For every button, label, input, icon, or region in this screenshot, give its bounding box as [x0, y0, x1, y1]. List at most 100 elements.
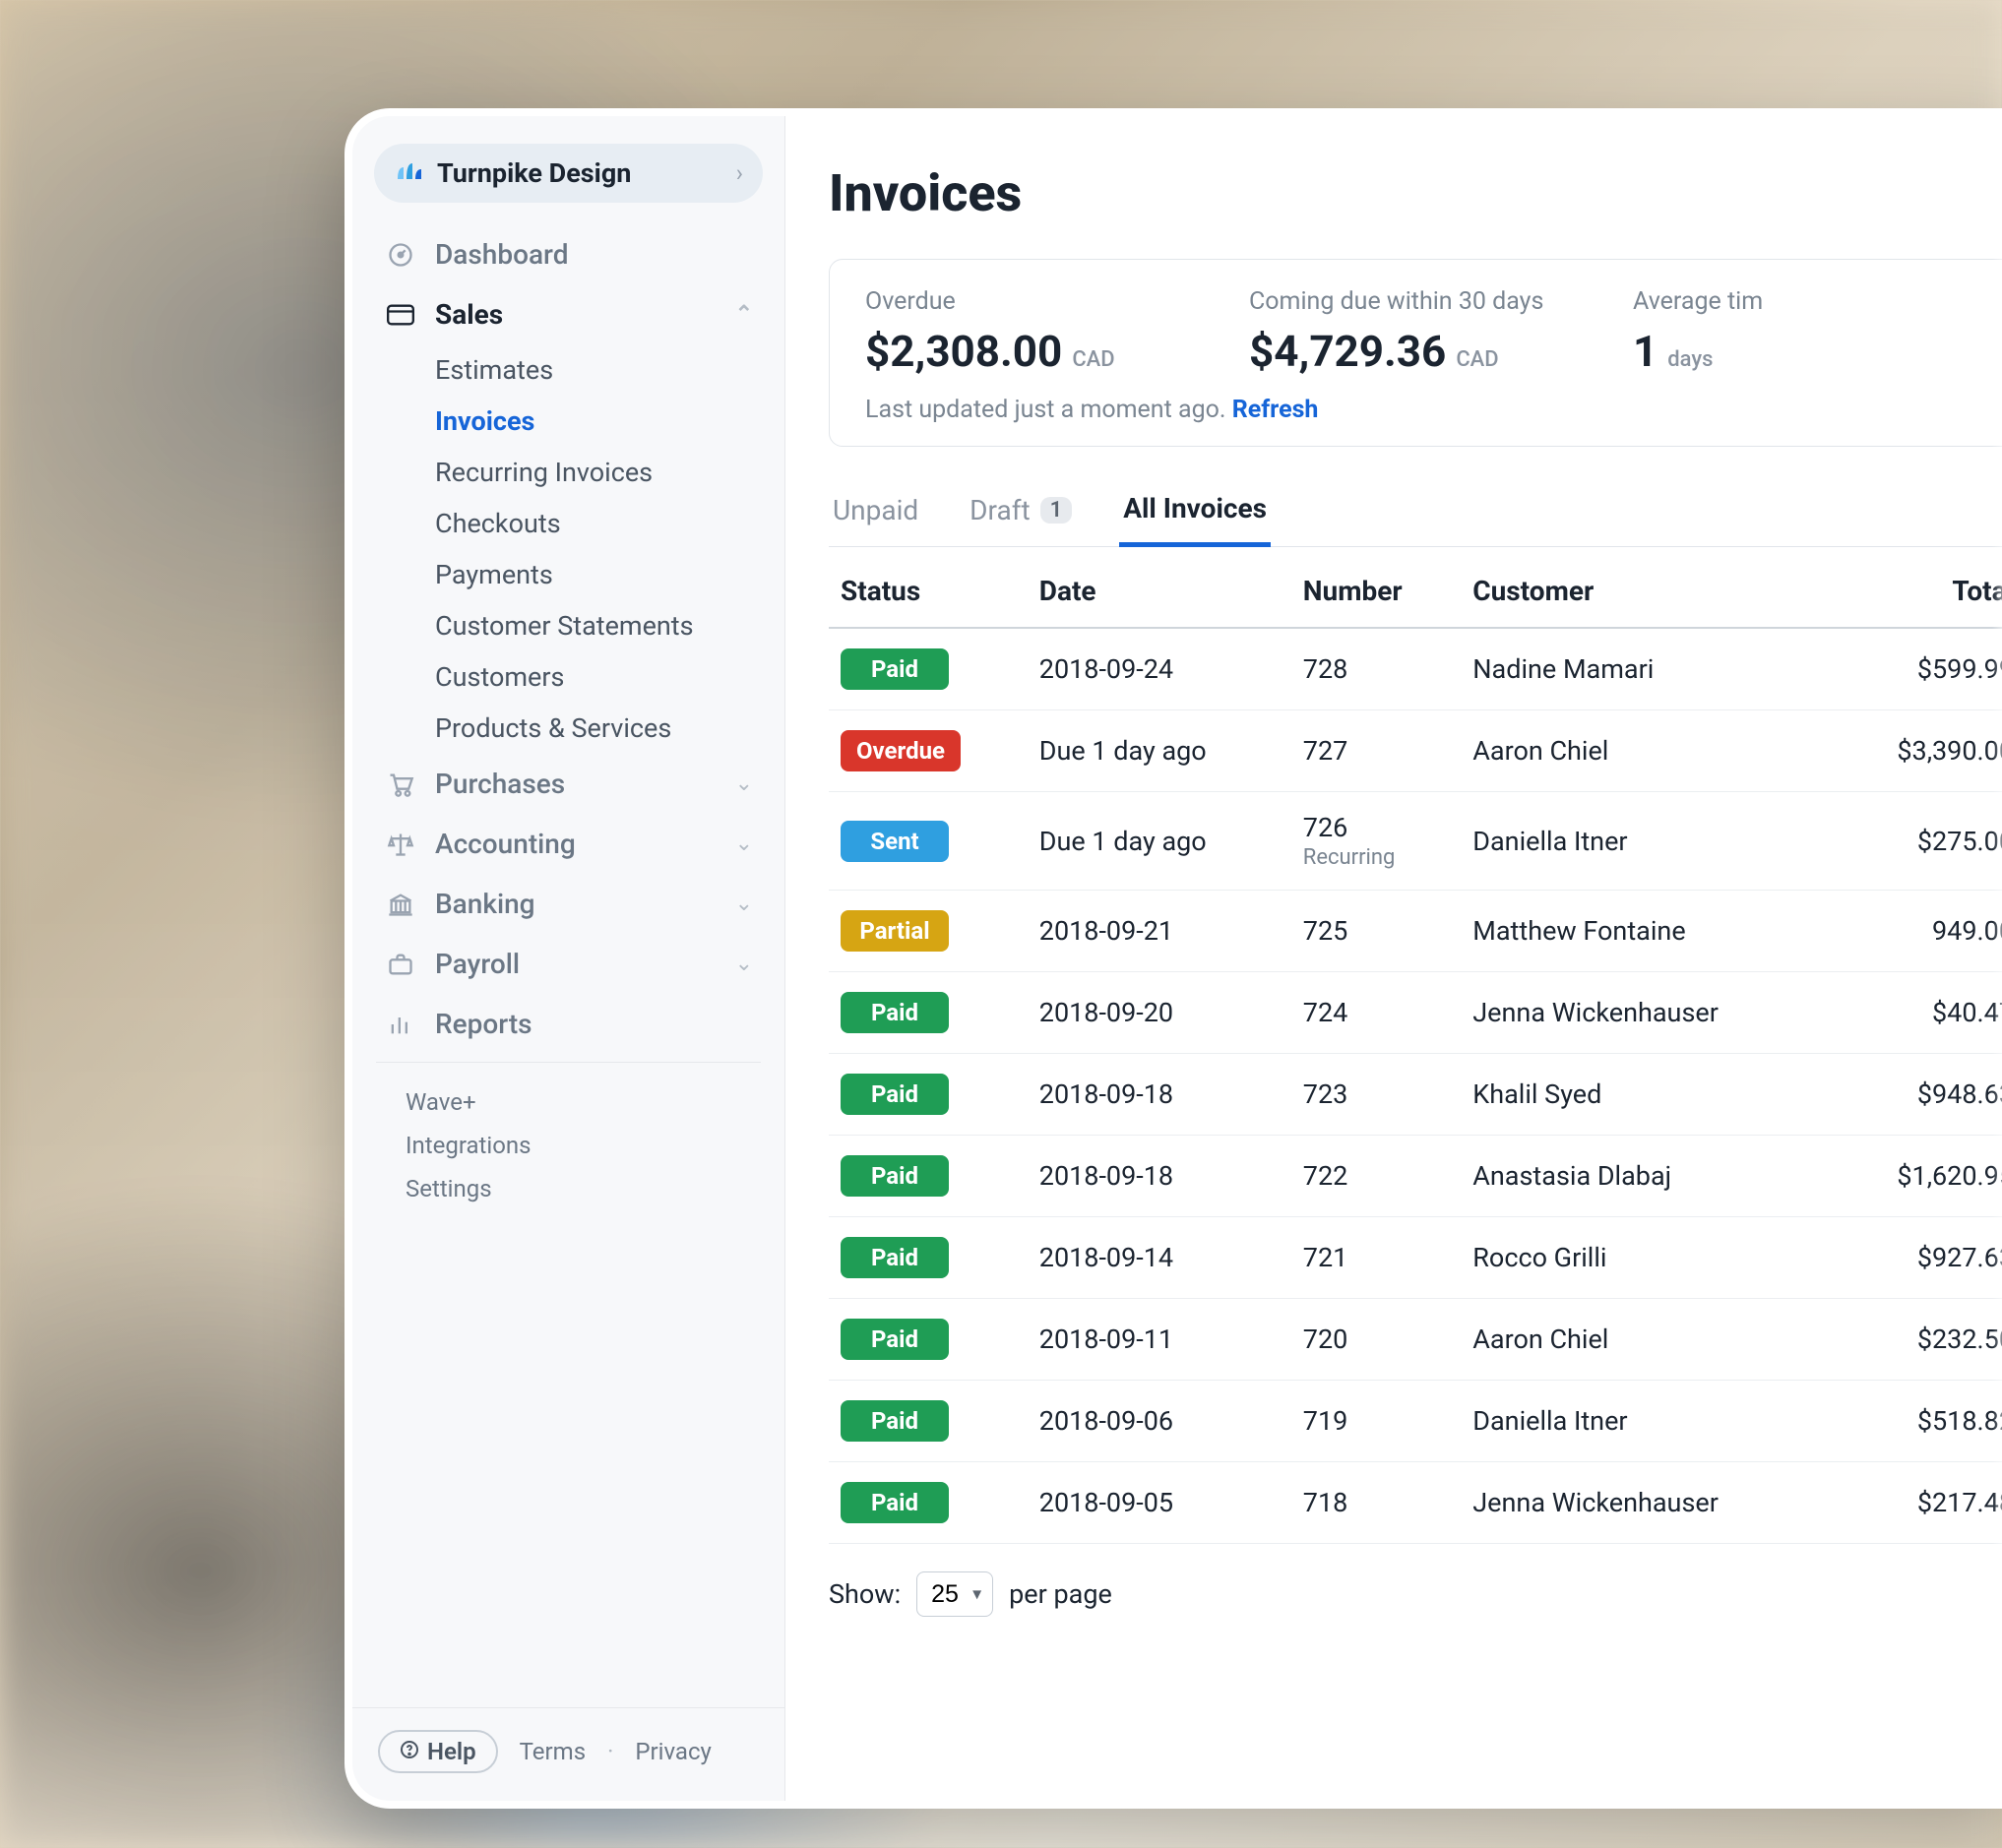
tab-badge: 1 — [1040, 497, 1073, 524]
sidebar-item-label: Purchases — [435, 768, 565, 800]
sidebar-item-accounting[interactable]: Accounting ⌄ — [376, 814, 761, 874]
cell-number: 718 — [1291, 1462, 1462, 1544]
col-number[interactable]: Number — [1291, 547, 1462, 628]
summary-amount: $4,729.36 — [1249, 326, 1446, 377]
cell-customer: Anastasia Dlabaj — [1461, 1136, 1833, 1217]
cell-customer: Daniella Itner — [1461, 792, 1833, 891]
table-row[interactable]: OverdueDue 1 day ago727Aaron Chiel$3,390… — [829, 710, 2002, 792]
sidebar-link-settings[interactable]: Settings — [406, 1167, 731, 1210]
table-row[interactable]: Paid2018-09-05718Jenna Wickenhauser$217.… — [829, 1462, 2002, 1544]
cell-number: 725 — [1291, 891, 1462, 972]
summary-avg-time: Average tim 1 days — [1633, 287, 1928, 377]
page-size-select[interactable]: 25 — [916, 1571, 993, 1617]
chevron-up-icon: ⌃ — [735, 302, 753, 327]
table-row[interactable]: Paid2018-09-14721Rocco Grilli$927.63 — [829, 1217, 2002, 1299]
status-badge: Paid — [841, 992, 949, 1033]
pager-per-page-label: per page — [1009, 1578, 1112, 1610]
table-row[interactable]: Partial2018-09-21725Matthew Fontaine949.… — [829, 891, 2002, 972]
sidebar-link-integrations[interactable]: Integrations — [406, 1124, 731, 1167]
table-row[interactable]: Paid2018-09-18722Anastasia Dlabaj$1,620.… — [829, 1136, 2002, 1217]
bank-icon — [384, 892, 417, 917]
summary-currency: CAD — [1072, 347, 1114, 372]
tab-all-invoices[interactable]: All Invoices — [1119, 476, 1271, 547]
main-content: Invoices Overdue $2,308.00 CAD Coming du… — [785, 116, 2002, 1801]
table-row[interactable]: Paid2018-09-18723Khalil Syed$948.63 — [829, 1054, 2002, 1136]
table-row[interactable]: Paid2018-09-11720Aaron Chiel$232.50 — [829, 1299, 2002, 1381]
sidebar-footer: Help Terms · Privacy — [352, 1707, 784, 1783]
terms-link[interactable]: Terms — [520, 1738, 586, 1765]
company-switcher[interactable]: Turnpike Design › — [374, 144, 763, 203]
status-badge: Overdue — [841, 730, 961, 771]
company-name: Turnpike Design — [437, 157, 724, 189]
sidebar-subitem-recurring-invoices[interactable]: Recurring Invoices — [427, 447, 761, 498]
invoice-table: Status Date Number Customer Total Paid20… — [829, 547, 2002, 1544]
sidebar-link-waveplus[interactable]: Wave+ — [406, 1080, 731, 1124]
cell-total: $3,390.00 — [1833, 710, 2002, 792]
cell-date: 2018-09-06 — [1028, 1381, 1291, 1462]
cell-customer: Jenna Wickenhauser — [1461, 972, 1833, 1054]
cell-date: 2018-09-21 — [1028, 891, 1291, 972]
refresh-link[interactable]: Refresh — [1232, 396, 1319, 424]
cell-customer: Rocco Grilli — [1461, 1217, 1833, 1299]
summary-currency: CAD — [1456, 347, 1498, 372]
tab-unpaid[interactable]: Unpaid — [829, 476, 922, 546]
cell-date: Due 1 day ago — [1028, 710, 1291, 792]
cell-total: $599.99 — [1833, 628, 2002, 710]
tab-draft[interactable]: Draft 1 — [966, 476, 1076, 546]
cell-date: 2018-09-18 — [1028, 1136, 1291, 1217]
sidebar-item-label: Accounting — [435, 828, 576, 860]
sidebar-item-reports[interactable]: Reports — [376, 994, 761, 1054]
sidebar-subitem-products-services[interactable]: Products & Services — [427, 703, 761, 754]
tab-label: All Invoices — [1123, 492, 1267, 524]
sidebar-subitem-payments[interactable]: Payments — [427, 549, 761, 600]
summary-card: Overdue $2,308.00 CAD Coming due within … — [829, 259, 2002, 447]
page-title: Invoices — [829, 163, 2002, 223]
summary-amount: $2,308.00 — [865, 326, 1062, 377]
help-icon — [400, 1738, 419, 1765]
sidebar-subitem-estimates[interactable]: Estimates — [427, 344, 761, 396]
cell-total: $40.47 — [1833, 972, 2002, 1054]
col-total[interactable]: Total — [1833, 547, 2002, 628]
cell-number: 723 — [1291, 1054, 1462, 1136]
cart-icon — [384, 771, 417, 797]
cell-number-sub: Recurring — [1303, 845, 1450, 870]
table-row[interactable]: Paid2018-09-06719Daniella Itner$518.82 — [829, 1381, 2002, 1462]
sidebar-item-dashboard[interactable]: Dashboard — [376, 224, 761, 284]
gauge-icon — [384, 241, 417, 269]
sidebar-item-label: Dashboard — [435, 238, 568, 271]
cell-date: 2018-09-14 — [1028, 1217, 1291, 1299]
privacy-link[interactable]: Privacy — [635, 1738, 712, 1765]
cell-total: $217.48 — [1833, 1462, 2002, 1544]
sidebar-subitem-customer-statements[interactable]: Customer Statements — [427, 600, 761, 651]
sidebar-item-payroll[interactable]: Payroll ⌄ — [376, 934, 761, 994]
sidebar-item-banking[interactable]: Banking ⌄ — [376, 874, 761, 934]
cell-total: $948.63 — [1833, 1054, 2002, 1136]
sidebar-item-purchases[interactable]: Purchases ⌄ — [376, 754, 761, 814]
col-status[interactable]: Status — [829, 547, 1028, 628]
cell-number: 724 — [1291, 972, 1462, 1054]
chevron-right-icon: › — [736, 159, 743, 187]
sidebar-subitem-checkouts[interactable]: Checkouts — [427, 498, 761, 549]
table-row[interactable]: Paid2018-09-20724Jenna Wickenhauser$40.4… — [829, 972, 2002, 1054]
invoice-tabs: Unpaid Draft 1 All Invoices — [829, 476, 2002, 547]
briefcase-icon — [384, 953, 417, 976]
card-icon — [384, 304, 417, 326]
sidebar-subitem-invoices[interactable]: Invoices — [427, 396, 761, 447]
col-date[interactable]: Date — [1028, 547, 1291, 628]
cell-date: 2018-09-11 — [1028, 1299, 1291, 1381]
chevron-down-icon: ⌄ — [735, 892, 753, 916]
table-row[interactable]: Paid2018-09-24728Nadine Mamari$599.99 — [829, 628, 2002, 710]
cell-total: $275.00 — [1833, 792, 2002, 891]
cell-number: 728 — [1291, 628, 1462, 710]
status-badge: Paid — [841, 1400, 949, 1442]
cell-customer: Matthew Fontaine — [1461, 891, 1833, 972]
status-badge: Sent — [841, 821, 949, 862]
col-customer[interactable]: Customer — [1461, 547, 1833, 628]
help-button[interactable]: Help — [378, 1730, 498, 1773]
sidebar-item-sales[interactable]: Sales ⌃ — [376, 284, 761, 344]
sidebar-subitem-customers[interactable]: Customers — [427, 651, 761, 703]
sidebar-item-label: Reports — [435, 1008, 532, 1040]
tab-label: Draft — [970, 494, 1030, 526]
chevron-down-icon: ⌄ — [735, 771, 753, 796]
table-row[interactable]: SentDue 1 day ago726RecurringDaniella It… — [829, 792, 2002, 891]
